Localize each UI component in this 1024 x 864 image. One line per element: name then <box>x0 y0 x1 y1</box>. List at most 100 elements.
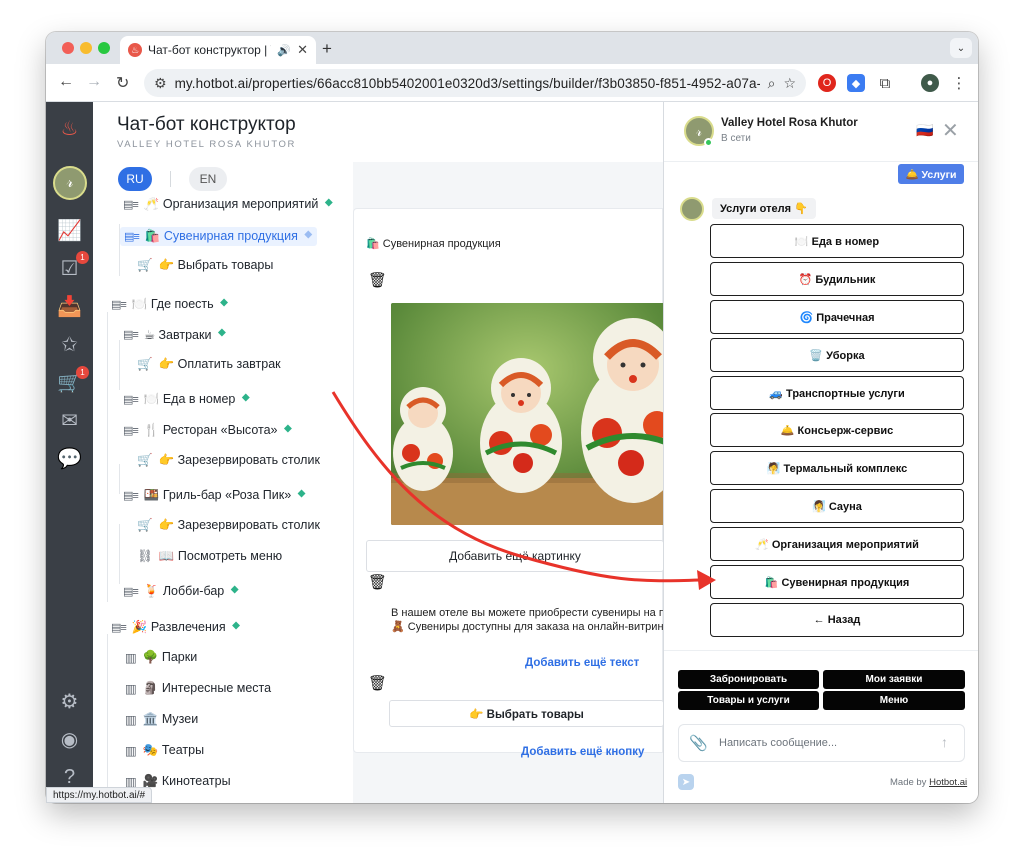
lang-ru-button[interactable]: RU <box>118 167 152 191</box>
builder-tree: ▤≡ 🥂 Организация мероприятий ⯁ ▤≡ 🛍️ Сув… <box>93 194 353 803</box>
brain-icon: ⯁ <box>217 328 227 340</box>
message-input-box[interactable]: 📎 Написать сообщение... ↑ <box>678 724 965 762</box>
block-text-line-2: 🧸 Сувениры доступны для заказа на онлайн… <box>391 621 664 633</box>
hotbot-logo-icon[interactable]: ♨ <box>56 115 83 142</box>
zoom-icon[interactable]: ⌕ <box>768 75 776 92</box>
option-souvenirs[interactable]: 🛍️ Сувенирная продукция <box>710 565 964 599</box>
user-profile-icon[interactable]: ◉ <box>56 726 83 753</box>
quick-menu-button[interactable]: Меню <box>823 691 965 710</box>
online-dot <box>704 138 713 147</box>
option-events[interactable]: 🥂 Организация мероприятий <box>710 527 964 561</box>
attach-paperclip-icon[interactable]: 📎 <box>689 734 708 752</box>
url-text: my.hotbot.ai/properties/66acc810bb540200… <box>174 75 760 91</box>
brain-icon: ⯁ <box>241 393 251 405</box>
tree-node-restaurant-vysota[interactable]: ▤≡ 🍴 Ресторан «Высота» ⯁ <box>123 423 292 438</box>
tree-node-label: 🎭 Театры <box>142 743 205 757</box>
tree-node-reserve-table-1[interactable]: 🛒 👉 Зарезервировать столик <box>137 453 320 468</box>
profile-avatar-icon[interactable]: ● <box>921 74 939 92</box>
tree-node-entertainment[interactable]: ▤≡ 🎉 Развлечения ⯁ <box>111 620 240 635</box>
option-transport[interactable]: 🚙 Транспортные услуги <box>710 376 964 410</box>
tree-node-interesting-places[interactable]: ▥ 🗿 Интересные места <box>125 681 271 696</box>
option-cleaning[interactable]: 🗑️ Уборка <box>710 338 964 372</box>
tree-node-pay-breakfast[interactable]: 🛒 👉 Оплатить завтрак <box>137 357 281 372</box>
tree-node-events[interactable]: ▤≡ 🥂 Организация мероприятий ⯁ <box>123 197 333 212</box>
souvenir-image[interactable] <box>391 303 664 525</box>
address-bar[interactable]: ⚙ my.hotbot.ai/properties/66acc810bb5402… <box>144 69 806 97</box>
minimize-window-button[interactable] <box>80 42 92 54</box>
quick-book-button[interactable]: Забронировать <box>678 670 819 689</box>
mail-icon[interactable]: ✉ <box>56 407 83 434</box>
option-laundry[interactable]: 🌀 Прачечная <box>710 300 964 334</box>
reload-icon[interactable]: ↻ <box>116 73 129 93</box>
tree-node-view-menu[interactable]: ⛓ 📖 Посмотреть меню <box>137 549 282 564</box>
delete-image-trash-icon[interactable]: 🗑 <box>368 271 387 289</box>
tree-guide <box>119 524 120 584</box>
add-text-link[interactable]: Добавить ещё текст <box>525 657 639 669</box>
close-tab-icon[interactable]: ✕ <box>297 42 308 58</box>
tree-guide <box>119 340 120 390</box>
menu-block-icon: ▤≡ <box>111 299 127 311</box>
tree-node-select-goods[interactable]: 🛒 👉 Выбрать товары <box>137 258 273 273</box>
tree-node-theatres[interactable]: ▥ 🎭 Театры <box>125 743 204 758</box>
option-room-service[interactable]: 🍽️ Еда в номер <box>710 224 964 258</box>
tree-node-label: 🥂 Организация мероприятий <box>143 197 319 211</box>
close-window-button[interactable] <box>62 42 74 54</box>
forward-icon[interactable]: → <box>86 73 102 91</box>
tree-node-grill-bar[interactable]: ▤≡ 🍱 Гриль-бар «Роза Пик» ⯁ <box>123 488 306 503</box>
telegram-icon[interactable]: ➤ <box>678 774 694 790</box>
inbox-icon[interactable]: 📥 <box>56 293 83 320</box>
block-text[interactable]: В нашем отеле вы можете приобрести сувен… <box>391 606 664 634</box>
tree-node-museums[interactable]: ▥ 🏛️ Музеи <box>125 712 198 727</box>
option-sauna[interactable]: 🧖‍♀️ Сауна <box>710 489 964 523</box>
chat-icon[interactable]: 💬 <box>56 445 83 472</box>
brain-icon: ⯁ <box>231 621 241 633</box>
analytics-icon[interactable]: 📈 <box>56 217 83 244</box>
tree-node-parks[interactable]: ▥ 🌳 Парки <box>125 650 197 665</box>
back-icon[interactable]: ← <box>58 73 74 91</box>
tree-node-reserve-table-2[interactable]: 🛒 👉 Зарезервировать столик <box>137 518 320 533</box>
settings-gear-icon[interactable]: ⚙ <box>56 688 83 715</box>
browser-menu-icon[interactable]: ⋮ <box>950 74 968 92</box>
delete-text-trash-icon[interactable]: 🗑 <box>368 573 387 591</box>
option-concierge[interactable]: 🛎️ Консьерж-сервис <box>710 413 964 447</box>
lang-en-button[interactable]: EN <box>189 167 227 191</box>
site-settings-icon[interactable]: ⚙ <box>154 75 167 92</box>
maximize-window-button[interactable] <box>98 42 110 54</box>
add-image-button[interactable]: Добавить ещё картинку <box>366 540 664 572</box>
speaker-icon[interactable]: 🔊 <box>277 44 291 57</box>
tab-strip: ♨ Чат-бот конструктор | Va 🔊 ✕ + ⌄ <box>46 32 978 64</box>
tree-node-souvenirs[interactable]: ▤≡ 🛍️ Сувенирная продукция ⯁ <box>120 227 317 246</box>
bookmark-star-icon[interactable]: ☆ <box>783 75 796 92</box>
tree-node-breakfast[interactable]: ▤≡ ☕ Завтраки ⯁ <box>123 327 226 342</box>
menu-block-icon: ▤≡ <box>123 490 139 502</box>
delete-button-trash-icon[interactable]: 🗑 <box>368 674 387 692</box>
tree-node-where-to-eat[interactable]: ▤≡ 🍽️ Где поесть ⯁ <box>111 297 228 312</box>
tree-node-label: 🏛️ Музеи <box>142 712 199 726</box>
option-thermal[interactable]: 🧖 Термальный комплекс <box>710 451 964 485</box>
property-avatar[interactable]: 𝓇 <box>53 166 87 200</box>
hotbot-link[interactable]: Hotbot.ai <box>929 777 967 788</box>
tab-title: Чат-бот конструктор | Va <box>148 43 272 57</box>
new-tab-button[interactable]: + <box>322 39 332 59</box>
browser-tab-active[interactable]: ♨ Чат-бот конструктор | Va 🔊 ✕ <box>120 36 316 64</box>
tag-extension-icon[interactable]: ◆ <box>847 74 865 92</box>
quick-goods-services-button[interactable]: Товары и услуги <box>678 691 819 710</box>
cart-badge: 1 <box>76 366 89 379</box>
option-back[interactable]: ← Назад <box>710 603 964 637</box>
add-button-link[interactable]: Добавить ещё кнопку <box>521 746 644 758</box>
rating-star-icon[interactable]: ✩ <box>56 331 83 358</box>
quick-my-requests-button[interactable]: Мои заявки <box>823 670 965 689</box>
close-chat-icon[interactable]: ✕ <box>942 118 959 143</box>
tree-node-label: 🌳 Парки <box>142 650 198 664</box>
option-alarm[interactable]: ⏰ Будильник <box>710 262 964 296</box>
tree-node-lobby-bar[interactable]: ▤≡ 🍹 Лобби-бар ⯁ <box>123 584 239 599</box>
tree-node-room-service[interactable]: ▤≡ 🍽️ Еда в номер ⯁ <box>123 392 250 407</box>
block-button-select-goods[interactable]: 👉 Выбрать товары <box>389 700 664 727</box>
language-flag[interactable]: 🇷🇺 <box>916 122 933 139</box>
left-rail: ♨ 𝓇 📈 ☑ 1 📥 ✩ 🛒 1 ✉ 💬 ⚙ ◉ ? <box>46 102 93 803</box>
hotbot-favicon-icon: ♨ <box>128 43 142 57</box>
opera-extension-icon[interactable]: O <box>818 74 836 92</box>
tab-search-chevron-icon[interactable]: ⌄ <box>950 38 972 58</box>
send-arrow-icon[interactable]: ↑ <box>941 734 948 750</box>
extensions-puzzle-icon[interactable]: ⧉ <box>876 74 894 92</box>
